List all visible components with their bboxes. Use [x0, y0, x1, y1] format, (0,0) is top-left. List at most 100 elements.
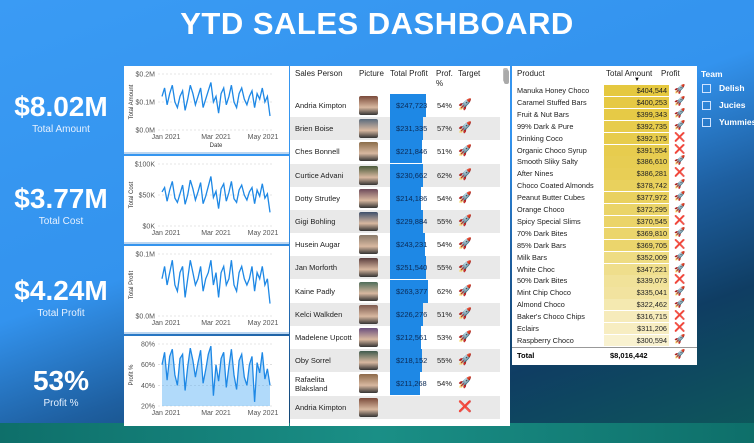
rocket-icon: 🚀 [458, 307, 472, 320]
total-amount-value: $372,295 [604, 204, 669, 216]
table-row[interactable]: Peanut Butter Cubes $377,972 🚀 [512, 191, 697, 204]
table-row[interactable]: White Choc $347,221 🚀 [512, 263, 697, 275]
sales-person-name: Gigi Bohling [295, 217, 336, 226]
rocket-icon: 🚀 [674, 226, 686, 237]
checkbox[interactable] [702, 83, 711, 93]
table-row[interactable]: Dotty Strutley $214,186 54% 🚀 [290, 186, 500, 210]
table-row[interactable]: Ches Bonnell $221,846 51% 🚀 [290, 140, 500, 164]
table-row[interactable]: Fruit & Nut Bars $399,343 🚀 [512, 108, 697, 121]
table-row[interactable]: Oby Sorrel $218,152 55% 🚀 [290, 349, 500, 373]
table-row[interactable]: Raspberry Choco $300,594 🚀 [512, 334, 697, 347]
cross-icon: ❌ [674, 167, 686, 178]
sales-person-name: Jan Morforth [295, 263, 338, 273]
sales-person-name: Oby Sorrel [295, 356, 331, 366]
product-name: Raspberry Choco [517, 335, 574, 345]
table-row[interactable]: Drinking Coco $392,175 ❌ [512, 132, 697, 144]
table-row[interactable]: Orange Choco $372,295 🚀 [512, 203, 697, 216]
total-rocket-icon: 🚀 [674, 349, 686, 359]
product-name: Smooth Sliky Salty [517, 157, 578, 167]
table-row[interactable]: 85% Dark Bars $369,705 ❌ [512, 238, 697, 251]
slicer-item-jucies[interactable]: Jucies [702, 99, 745, 111]
avatar [359, 96, 378, 115]
rocket-icon: 🚀 [458, 145, 472, 158]
table-row[interactable]: Spicy Special Slims $370,545 ❌ [512, 215, 697, 228]
profit-pct-value: 54% [437, 379, 453, 389]
total-amount: $8,016,442 [610, 351, 648, 360]
table-row[interactable]: Gigi Bohling $229,884 55% 🚀 [290, 210, 500, 233]
table-row[interactable]: Curtice Advani $230,662 62% 🚀 [290, 163, 500, 187]
rocket-icon: 🚀 [458, 215, 472, 227]
table-row[interactable]: 50% Dark Bites $339,073 ❌ [512, 274, 697, 287]
chart-total-profit[interactable]: $0.1M $0.0M Jan 2021 Mar 2021 May 2021 Total … [124, 246, 289, 334]
product-name: Peanut Butter Cubes [517, 193, 585, 203]
series-line [161, 260, 271, 304]
profit-pct-value: 51% [437, 309, 453, 319]
checkbox[interactable] [702, 100, 711, 110]
col-sales-person[interactable]: Sales Person [295, 69, 343, 78]
table-row[interactable]: Husein Augar $243,231 54% 🚀 [290, 233, 500, 257]
col-profit-pct[interactable]: Prof. % [436, 69, 454, 89]
y-axis-label: Profit % [129, 364, 135, 386]
table-row[interactable]: Kaine Padly $263,377 62% 🚀 [290, 279, 500, 303]
product-name: Manuka Honey Choco [517, 86, 590, 95]
table-row[interactable]: Mint Chip Choco $335,041 🚀 [512, 286, 697, 299]
table-row[interactable]: Rafaelita Blaksland $211,268 54% 🚀 [290, 372, 500, 396]
col-product[interactable]: Product [517, 69, 545, 78]
table-row[interactable]: Organic Choco Syrup $391,554 ❌ [512, 144, 697, 156]
total-amount-value: $386,281 [604, 168, 669, 180]
col-picture[interactable]: Picture [359, 69, 384, 78]
cross-icon: ❌ [674, 238, 686, 249]
table-row[interactable]: 70% Dark Bites $369,810 🚀 [512, 226, 697, 240]
col-total-amount[interactable]: Total Amount [606, 69, 652, 78]
col-target[interactable]: Target [458, 69, 480, 78]
x-tick-label: May 2021 [248, 320, 279, 327]
rocket-icon: 🚀 [674, 179, 686, 190]
table-row[interactable]: Almond Choco $322,462 🚀 [512, 298, 697, 311]
profit-pct-value: 55% [437, 356, 453, 366]
checkbox[interactable] [702, 117, 711, 127]
product-scrollbar-thumb[interactable] [504, 70, 509, 84]
slicer-title: Team [701, 69, 723, 79]
total-profit-value: $211,268 [396, 379, 427, 389]
sort-desc-icon: ▼ [634, 77, 640, 83]
table-row[interactable]: Choco Coated Almonds $378,742 🚀 [512, 179, 697, 192]
chart-profit-pct[interactable]: 80% 60% 40% 20% Jan 2021 Mar 2021 May 2021 Prof… [124, 336, 289, 426]
table-row[interactable]: Kelci Walkden $226,276 51% 🚀 [290, 302, 500, 326]
kpi-value: $3.77M [14, 183, 108, 214]
avatar [359, 165, 378, 185]
slicer-item-delish[interactable]: Delish [702, 82, 745, 94]
table-row[interactable]: Andria Kimpton ❌ [290, 395, 500, 419]
total-amount-value: $322,462 [604, 299, 669, 311]
y-tick-label: $100K [135, 162, 156, 169]
slicer-item-yummies[interactable]: Yummies [702, 116, 754, 128]
table-row[interactable]: Jan Morforth $251,540 55% 🚀 [290, 256, 500, 280]
table-row[interactable]: Madelene Upcott $212,561 53% 🚀 [290, 326, 500, 349]
sales-person-name: Kaine Padly [295, 286, 336, 296]
kpi-total-profit: $4.24M Total Profit [0, 276, 122, 320]
table-row[interactable]: Brien Boise $231,335 57% 🚀 [290, 117, 500, 141]
product-name: Milk Bars [517, 252, 547, 262]
col-profit[interactable]: Profit [661, 69, 680, 78]
sales-person-name: Dotty Strutley [295, 193, 341, 203]
table-row[interactable]: After Nines $386,281 ❌ [512, 167, 697, 180]
kpi-value: $8.02M [14, 91, 108, 122]
series-line [161, 176, 271, 213]
table-row[interactable]: Manuka Honey Choco $404,544 🚀 [512, 84, 697, 97]
table-row[interactable]: Smooth Sliky Salty $386,610 🚀 [512, 155, 697, 168]
rocket-icon: 🚀 [458, 238, 472, 251]
col-total-profit[interactable]: Total Profit [390, 69, 428, 78]
chart-total-amount[interactable]: $0.2M $0.1M $0.0M Jan 2021 Mar 2021 May 2021 D… [124, 66, 289, 154]
avatar [359, 188, 378, 208]
table-row[interactable]: Baker's Choco Chips $316,715 ❌ [512, 310, 697, 323]
avatar [359, 304, 378, 324]
sales-person-name: Ches Bonnell [295, 147, 340, 157]
kpi-label: Total Profit [37, 308, 85, 319]
table-row[interactable]: 99% Dark & Pure $392,735 🚀 [512, 120, 697, 132]
total-profit-value: $243,231 [396, 240, 428, 250]
table-row[interactable]: Milk Bars $352,009 🚀 [512, 251, 697, 263]
chart-total-cost[interactable]: $100K $50K $0K Jan 2021 Mar 2021 May 2021 Tota… [124, 156, 289, 244]
table-row[interactable]: Caramel Stuffed Bars $400,253 🚀 [512, 96, 697, 109]
avatar [359, 119, 378, 139]
table-row[interactable]: Eclairs $311,206 ❌ [512, 322, 697, 335]
table-row[interactable]: Andria Kimpton $247,723 54% 🚀 [290, 94, 500, 117]
